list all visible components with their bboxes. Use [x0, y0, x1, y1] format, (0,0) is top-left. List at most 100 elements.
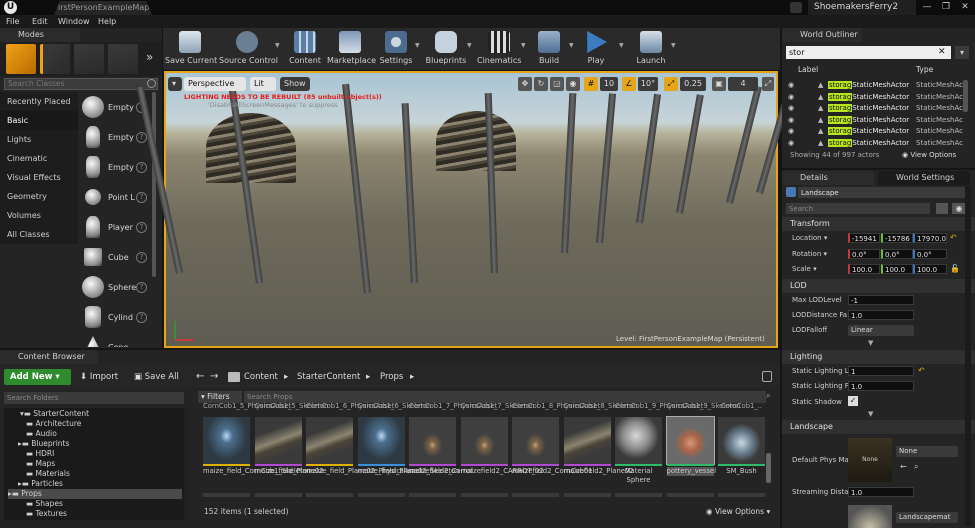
import-button[interactable]: ⬇ Import — [80, 369, 118, 385]
category-visual-effects[interactable]: Visual Effects — [0, 168, 78, 187]
marketplace-button[interactable]: Marketplace — [327, 28, 376, 70]
tree-props-selected[interactable]: ▸▬ Props — [8, 489, 182, 499]
content-browser-tab[interactable]: Content Browser — [0, 350, 98, 364]
breadcrumb-separator[interactable]: ▸ — [284, 369, 288, 385]
tree-scrollbar[interactable] — [184, 408, 190, 520]
translate-tool[interactable]: ✥ — [518, 77, 532, 91]
lock-icon[interactable]: 🔓 — [950, 264, 960, 273]
chevron-down-icon[interactable]: ▼ — [868, 410, 873, 418]
blueprints-button[interactable]: Blueprints — [425, 28, 467, 70]
scale-snap-toggle[interactable]: ⤢ — [664, 77, 678, 91]
save-current-button[interactable]: Save Current — [165, 28, 217, 70]
place-item-empty-character[interactable]: Empty? — [80, 123, 152, 152]
scale-z-field[interactable]: 100.0 — [913, 264, 947, 274]
location-z-field[interactable]: 17970.0 — [913, 233, 947, 243]
place-mode-icon[interactable] — [6, 44, 36, 74]
scale-x-field[interactable]: 100.0 — [848, 264, 880, 274]
maximize-button[interactable]: ❐ — [937, 0, 955, 15]
chevron-down-icon[interactable]: ▼ — [671, 42, 679, 50]
category-recently-placed[interactable]: Recently Placed — [0, 92, 78, 111]
breadcrumb-separator[interactable]: ▸ — [366, 369, 370, 385]
build-button[interactable]: Build — [531, 28, 567, 70]
perspective-dropdown[interactable]: Perspective — [184, 77, 246, 91]
section-lod[interactable]: LOD — [782, 279, 975, 293]
help-icon[interactable]: ? — [136, 162, 147, 173]
rotation-y-field[interactable]: 0.0° — [881, 249, 913, 259]
eye-icon[interactable]: ◉ — [788, 115, 794, 126]
eye-icon[interactable]: ◉ — [788, 80, 794, 91]
details-search-input[interactable]: Search — [786, 203, 930, 214]
content-view-options[interactable]: ◉ View Options ▾ — [706, 507, 770, 516]
asset-tile[interactable]: CornCob1_6_Skeleton maize_field_Plane02_S… — [357, 403, 459, 497]
eye-icon[interactable]: ◉ — [788, 92, 794, 103]
tree-hdri[interactable]: ▬ HDRI — [26, 449, 54, 459]
browse-icon[interactable]: ⌕ — [914, 462, 918, 472]
rotation-snap-toggle[interactable]: ∠ — [622, 77, 636, 91]
eye-icon[interactable]: ◉ — [788, 126, 794, 137]
category-geometry[interactable]: Geometry — [0, 187, 78, 206]
place-item-cone[interactable]: Cone — [80, 333, 152, 347]
menu-file[interactable]: File — [6, 15, 19, 28]
asset-tile[interactable]: CornCob1_9_Skeleton pottery_vessel — [665, 403, 740, 497]
outliner-col-label[interactable]: Label — [798, 65, 818, 74]
modes-scrollbar[interactable] — [152, 92, 156, 277]
chevron-down-icon[interactable]: ▼ — [275, 42, 283, 50]
asset-tile[interactable]: CornCob1_5_Skeleton maize_field_Plane02 — [254, 403, 328, 497]
menu-edit[interactable]: Edit — [32, 15, 48, 28]
modes-tab[interactable]: Modes — [0, 28, 80, 42]
viewport-options-dropdown[interactable]: ▾ — [168, 77, 182, 91]
category-cinematic[interactable]: Cinematic — [0, 149, 78, 168]
outliner-row[interactable]: ◉ ▲ storagStaticMeshActor StaticMeshAc — [786, 92, 964, 103]
location-y-field[interactable]: -15786 — [881, 233, 913, 243]
tree-blueprints[interactable]: ▸▬ Blueprints — [18, 439, 69, 449]
details-tab[interactable]: Details — [782, 171, 874, 185]
category-basic[interactable]: Basic — [0, 111, 78, 130]
section-lighting[interactable]: Lighting — [782, 350, 975, 364]
asset-tile[interactable]: CornCob1_6_PhysicsAsset maize_field_Plane… — [306, 403, 422, 497]
launch-button[interactable]: Launch — [631, 28, 671, 70]
play-button[interactable]: Play — [579, 28, 613, 70]
phys-material-dropdown[interactable]: None — [896, 446, 958, 457]
eye-icon[interactable]: ◉ — [952, 203, 966, 214]
static-shadow-checkbox[interactable]: ✓ — [848, 396, 858, 406]
world-local-toggle[interactable]: ◉ — [566, 77, 580, 91]
content-button[interactable]: Content — [287, 28, 323, 70]
streaming-distance-field[interactable]: 1.0 — [848, 487, 914, 497]
forward-arrow-icon[interactable]: → — [210, 369, 218, 385]
world-settings-tab[interactable]: World Settings — [878, 171, 970, 185]
search-classes-input[interactable]: Search Classes — [4, 78, 158, 90]
help-icon[interactable]: ? — [136, 192, 147, 203]
lit-dropdown[interactable]: Lit — [250, 77, 276, 91]
grid-snap-toggle[interactable]: # — [584, 77, 598, 91]
back-arrow-icon[interactable]: ← — [196, 369, 204, 385]
place-item-cylinder[interactable]: Cylind? — [80, 303, 152, 332]
minimize-button[interactable]: — — [918, 0, 936, 15]
lock-icon[interactable] — [762, 371, 772, 382]
lod-falloff-dropdown[interactable]: Linear — [848, 325, 914, 336]
outliner-col-type[interactable]: Type — [916, 65, 933, 74]
outliner-search-input[interactable]: stor — [786, 46, 951, 59]
settings-button[interactable]: Settings — [377, 28, 415, 70]
outliner-row[interactable]: ◉ ▲ storagStaticMeshActor StaticMeshAc — [786, 115, 964, 126]
category-lights[interactable]: Lights — [0, 130, 78, 149]
help-icon[interactable]: ? — [136, 252, 147, 263]
add-new-button[interactable]: Add New ▾ — [4, 369, 71, 385]
property-matrix-icon[interactable] — [936, 203, 948, 214]
asset-tile[interactable]: CornCob1_7_Skeleton maizefield2_CARROT_02 — [460, 403, 544, 497]
clear-search-icon[interactable]: ✕ — [938, 47, 946, 57]
breadcrumb-props[interactable]: Props — [380, 369, 403, 385]
category-all-classes[interactable]: All Classes — [0, 225, 78, 244]
landscape-mode-icon[interactable] — [74, 44, 104, 74]
asset-tile[interactable]: CornCob1_8_PhysicsAsset maizefield2_CornC… — [512, 403, 600, 497]
tree-materials[interactable]: ▬ Materials — [26, 469, 70, 479]
rotation-z-field[interactable]: 0.0° — [913, 249, 947, 259]
scale-snap-value[interactable]: 0.25 — [680, 77, 706, 91]
outliner-view-options[interactable]: ◉ View Options — [902, 151, 956, 159]
eye-icon[interactable]: ◉ — [788, 138, 794, 149]
place-item-point-light[interactable]: Point L? — [80, 183, 152, 212]
cinematics-button[interactable]: Cinematics — [477, 28, 521, 70]
rotate-tool[interactable]: ↻ — [534, 77, 548, 91]
maximize-viewport-icon[interactable]: ⤢ — [762, 77, 774, 91]
rotation-x-field[interactable]: 0.0° — [848, 249, 880, 259]
source-control-icon[interactable] — [790, 2, 802, 13]
